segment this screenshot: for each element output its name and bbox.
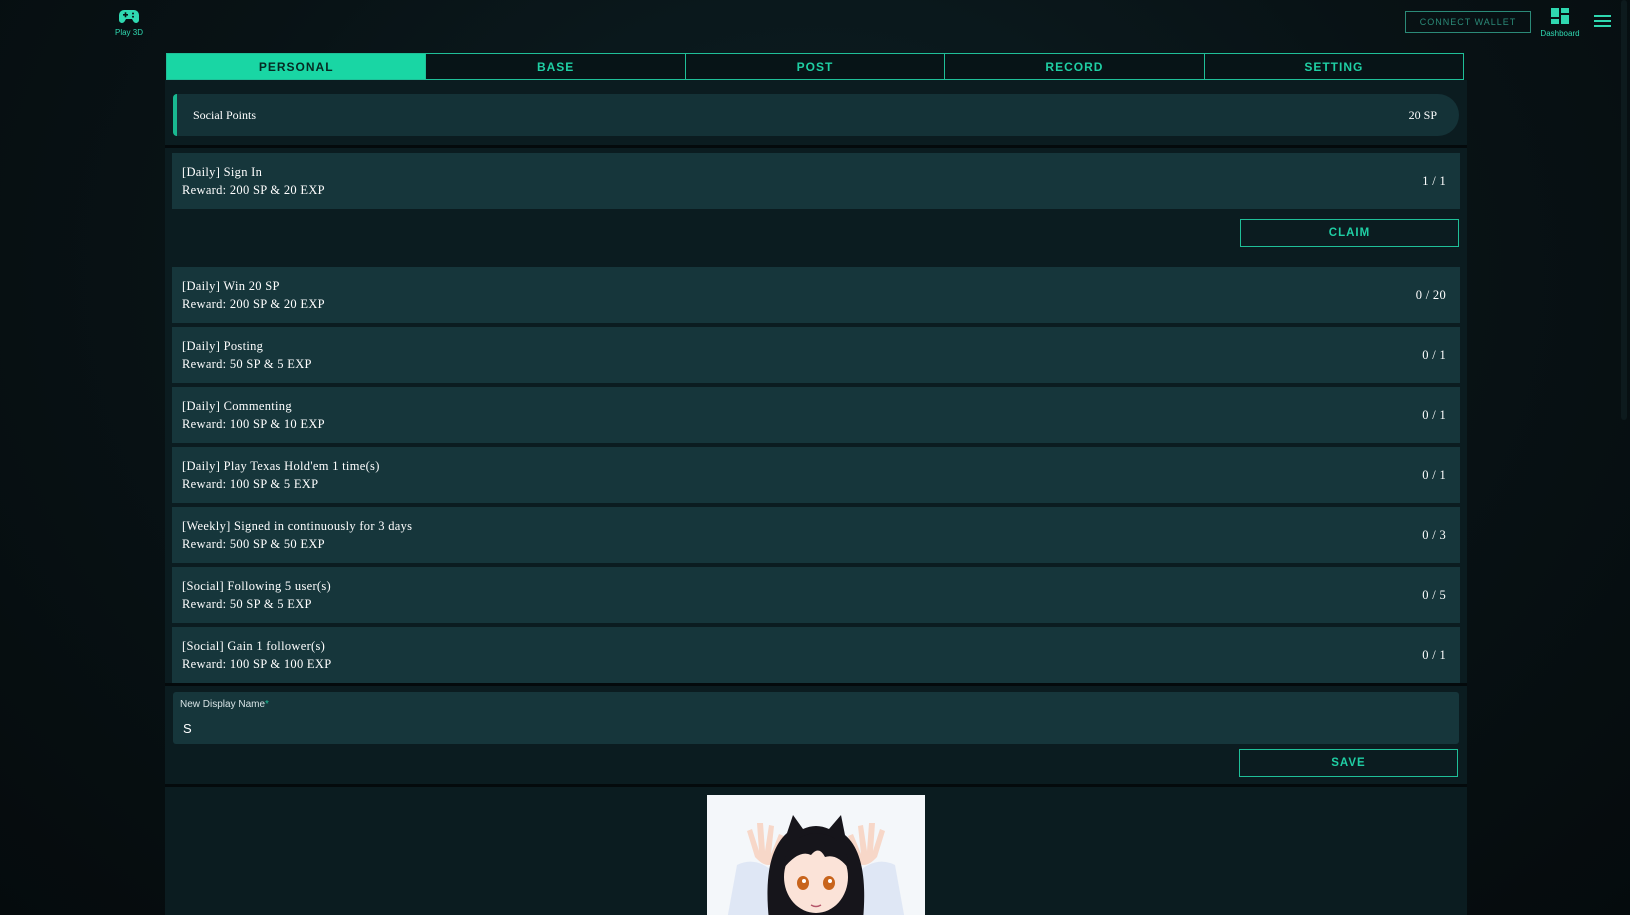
- display-name-label: New Display Name*: [180, 699, 269, 710]
- dashboard-link[interactable]: Dashboard: [1536, 8, 1584, 38]
- dashboard-label: Dashboard: [1540, 29, 1580, 38]
- divider: [165, 784, 1467, 787]
- claim-button[interactable]: CLAIM: [1240, 219, 1459, 247]
- scrollbar[interactable]: [1621, 0, 1627, 420]
- task-progress: 0 / 5: [1422, 587, 1446, 602]
- play-3d-link[interactable]: Play 3D: [108, 8, 150, 37]
- tab-personal[interactable]: PERSONAL: [167, 54, 427, 79]
- tab-setting[interactable]: SETTING: [1204, 54, 1464, 79]
- task-progress: 0 / 1: [1422, 347, 1446, 362]
- social-points-label: Social Points: [193, 107, 257, 122]
- social-points-bar: Social Points 20 SP: [173, 94, 1459, 136]
- connect-wallet-button[interactable]: CONNECT WALLET: [1405, 11, 1531, 33]
- task-reward: Reward: 50 SP & 5 EXP: [182, 596, 312, 611]
- task-reward: Reward: 100 SP & 100 EXP: [182, 656, 332, 671]
- task-title: [Weekly] Signed in continuously for 3 da…: [182, 518, 413, 533]
- task-row-daily-sign-in: [Daily] Sign In Reward: 200 SP & 20 EXP …: [172, 153, 1460, 209]
- task-reward: Reward: 100 SP & 5 EXP: [182, 476, 319, 491]
- task-reward: Reward: 200 SP & 20 EXP: [182, 182, 325, 197]
- hamburger-menu-icon[interactable]: [1594, 15, 1611, 29]
- task-progress: 0 / 3: [1422, 527, 1446, 542]
- task-title: [Daily] Posting: [182, 338, 264, 353]
- divider: [165, 145, 1467, 148]
- top-bar: Play 3D CONNECT WALLET Dashboard: [0, 0, 1630, 52]
- task-list: [Daily] Sign In Reward: 200 SP & 20 EXP …: [172, 153, 1460, 687]
- task-row-social-following: [Social] Following 5 user(s) Reward: 50 …: [172, 567, 1460, 623]
- task-progress: 0 / 1: [1422, 647, 1446, 662]
- task-row-daily-commenting: [Daily] Commenting Reward: 100 SP & 10 E…: [172, 387, 1460, 443]
- task-title: [Daily] Win 20 SP: [182, 278, 280, 293]
- task-progress: 0 / 20: [1415, 287, 1446, 302]
- required-mark: *: [265, 699, 269, 710]
- task-reward: Reward: 50 SP & 5 EXP: [182, 356, 312, 371]
- dashboard-icon: [1551, 8, 1569, 24]
- task-progress: 0 / 1: [1422, 467, 1446, 482]
- divider: [165, 683, 1467, 686]
- task-title: [Daily] Sign In: [182, 164, 263, 179]
- task-progress: 0 / 1: [1422, 407, 1446, 422]
- save-button[interactable]: SAVE: [1239, 749, 1458, 777]
- task-row-daily-texas-holdem: [Daily] Play Texas Hold'em 1 time(s) Rew…: [172, 447, 1460, 503]
- task-progress: 1 / 1: [1422, 173, 1446, 188]
- avatar: [707, 795, 925, 915]
- task-row-weekly-sign-in: [Weekly] Signed in continuously for 3 da…: [172, 507, 1460, 563]
- tab-record[interactable]: RECORD: [945, 54, 1205, 79]
- task-title: [Social] Gain 1 follower(s): [182, 638, 326, 653]
- gamepad-icon: [119, 10, 139, 23]
- personal-panel: Social Points 20 SP [Daily] Sign In Rewa…: [165, 80, 1467, 915]
- display-name-input[interactable]: [173, 714, 1459, 742]
- tab-post[interactable]: POST: [685, 54, 946, 79]
- task-row-daily-posting: [Daily] Posting Reward: 50 SP & 5 EXP 0 …: [172, 327, 1460, 383]
- task-reward: Reward: 100 SP & 10 EXP: [182, 416, 325, 431]
- play-3d-label: Play 3D: [114, 28, 143, 37]
- claim-row: CLAIM: [172, 213, 1460, 265]
- task-row-social-follower: [Social] Gain 1 follower(s) Reward: 100 …: [172, 627, 1460, 683]
- task-reward: Reward: 500 SP & 50 EXP: [182, 536, 325, 551]
- social-points-value: 20 SP: [1408, 107, 1437, 122]
- task-title: [Daily] Commenting: [182, 398, 292, 413]
- task-title: [Social] Following 5 user(s): [182, 578, 332, 593]
- avatar-image: [707, 795, 925, 915]
- tab-base[interactable]: BASE: [426, 54, 686, 79]
- task-title: [Daily] Play Texas Hold'em 1 time(s): [182, 458, 380, 473]
- task-row-daily-win: [Daily] Win 20 SP Reward: 200 SP & 20 EX…: [172, 267, 1460, 323]
- display-name-field: New Display Name*: [173, 692, 1459, 744]
- task-reward: Reward: 200 SP & 20 EXP: [182, 296, 325, 311]
- profile-tabs: PERSONAL BASE POST RECORD SETTING: [166, 53, 1464, 80]
